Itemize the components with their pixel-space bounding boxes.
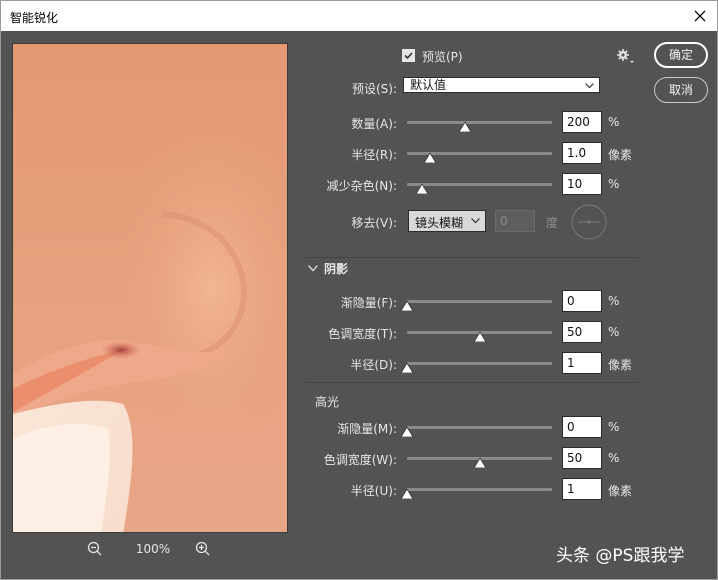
shadows-fade-unit: % xyxy=(608,294,620,308)
reduce-noise-label: 减少杂色(N): xyxy=(326,179,397,193)
section-divider xyxy=(306,257,639,258)
ok-button[interactable]: 确定 xyxy=(654,42,708,68)
shadows-radius-input[interactable] xyxy=(562,352,602,374)
highlights-tonal-input[interactable] xyxy=(562,447,602,469)
chevron-down-icon xyxy=(308,265,318,272)
reduce-noise-slider[interactable] xyxy=(407,180,552,194)
amount-unit: % xyxy=(608,115,620,129)
slider-track xyxy=(407,362,552,365)
zoom-level: 100% xyxy=(135,542,171,556)
shadows-tonal-unit: % xyxy=(608,325,620,339)
shadows-tonal-label: 色调宽度(T): xyxy=(328,327,397,341)
shadows-tonal-slider[interactable] xyxy=(407,328,552,342)
watermark: 头条 @PS跟我学 xyxy=(556,546,685,566)
skin-closeup-image xyxy=(13,44,287,532)
slider-track xyxy=(407,426,552,429)
zoom-out-icon xyxy=(87,541,102,556)
amount-input[interactable] xyxy=(562,111,602,133)
slider-thumb[interactable] xyxy=(401,363,413,373)
slider-thumb[interactable] xyxy=(401,427,413,437)
radius-unit: 像素 xyxy=(608,148,633,162)
angle-input xyxy=(495,210,535,232)
preview-image[interactable] xyxy=(12,43,288,533)
slider-thumb[interactable] xyxy=(459,122,471,132)
highlights-fade-slider[interactable] xyxy=(401,423,552,437)
slider-thumb[interactable] xyxy=(473,458,486,468)
zoom-out-button[interactable] xyxy=(87,541,103,557)
zoom-in-button[interactable] xyxy=(195,541,211,557)
shadows-fade-slider[interactable] xyxy=(401,297,552,311)
reduce-noise-input[interactable] xyxy=(562,173,602,195)
zoom-in-icon xyxy=(195,541,210,556)
window-title: 智能锐化 xyxy=(10,11,59,25)
smart-sharpen-dialog: 智能锐化 100% 预览(P) 确定 取消 预设(S): 默认值 数量(A): … xyxy=(0,0,718,580)
shadows-section-toggle[interactable]: 阴影 xyxy=(306,260,376,276)
slider-thumb[interactable] xyxy=(415,184,428,194)
radius-input[interactable] xyxy=(562,142,602,164)
settings-button[interactable] xyxy=(615,47,635,65)
highlights-tonal-unit: % xyxy=(608,451,620,465)
reduce-noise-unit: % xyxy=(608,177,620,191)
remove-select[interactable]: 镜头模糊 xyxy=(408,210,486,232)
gear-icon xyxy=(617,49,634,63)
radius-slider[interactable] xyxy=(407,149,552,163)
amount-label: 数量(A): xyxy=(351,117,397,131)
highlights-radius-input[interactable] xyxy=(562,478,602,500)
remove-label: 移去(V): xyxy=(351,216,397,230)
amount-slider[interactable] xyxy=(407,118,552,132)
remove-value: 镜头模糊 xyxy=(415,216,464,230)
chevron-down-icon xyxy=(471,218,480,224)
zoom-bar: 100% xyxy=(87,539,217,559)
cancel-button[interactable]: 取消 xyxy=(654,77,708,103)
title-bar: 智能锐化 xyxy=(1,1,717,31)
slider-track xyxy=(407,488,552,491)
shadows-header: 阴影 xyxy=(324,262,349,276)
highlights-radius-slider[interactable] xyxy=(401,485,552,499)
checkbox-checked-icon xyxy=(402,49,415,62)
close-icon xyxy=(694,10,706,22)
slider-track xyxy=(407,300,552,303)
preview-label: 预览(P) xyxy=(422,50,463,64)
slider-thumb[interactable] xyxy=(424,153,437,163)
chevron-down-icon xyxy=(585,83,594,89)
highlights-header: 高光 xyxy=(315,395,340,409)
slider-thumb[interactable] xyxy=(401,301,413,311)
angle-dial-icon xyxy=(571,204,607,240)
highlights-tonal-label: 色调宽度(W): xyxy=(323,453,397,467)
shadows-radius-unit: 像素 xyxy=(608,358,633,372)
shadows-fade-label: 渐隐量(F): xyxy=(340,296,397,310)
preview-checkbox[interactable]: 预览(P) xyxy=(402,48,482,64)
shadows-fade-input[interactable] xyxy=(562,290,602,312)
highlights-tonal-slider[interactable] xyxy=(407,454,552,468)
radius-label: 半径(R): xyxy=(351,148,397,162)
shadows-radius-slider[interactable] xyxy=(401,359,552,373)
highlights-fade-label: 渐隐量(M): xyxy=(337,422,397,436)
preset-value: 默认值 xyxy=(410,78,447,92)
slider-track xyxy=(407,121,552,124)
angle-unit: 度 xyxy=(546,216,559,230)
shadows-tonal-input[interactable] xyxy=(562,321,602,343)
angle-dial xyxy=(571,204,607,240)
close-button[interactable] xyxy=(683,1,717,31)
slider-thumb[interactable] xyxy=(473,332,486,342)
highlights-radius-label: 半径(U): xyxy=(350,484,397,498)
preset-select[interactable]: 默认值 xyxy=(403,77,600,93)
slider-track xyxy=(407,183,552,186)
shadows-radius-label: 半径(D): xyxy=(350,358,397,372)
highlights-fade-input[interactable] xyxy=(562,416,602,438)
highlights-fade-unit: % xyxy=(608,420,620,434)
slider-thumb[interactable] xyxy=(401,489,413,499)
preset-label: 预设(S): xyxy=(351,82,397,96)
highlights-radius-unit: 像素 xyxy=(608,484,633,498)
section-divider xyxy=(306,382,639,383)
